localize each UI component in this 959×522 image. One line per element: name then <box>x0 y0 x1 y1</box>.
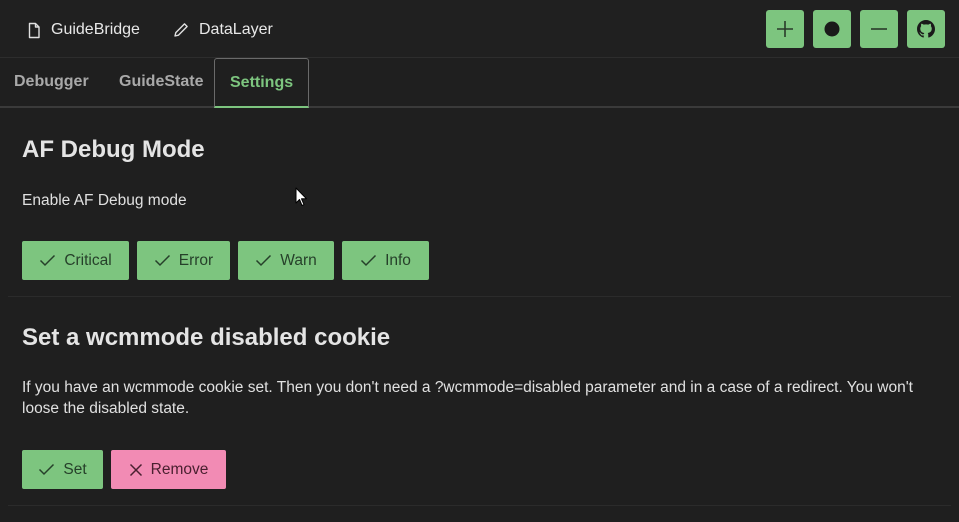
add-button[interactable] <box>766 10 804 48</box>
remove-cookie-button[interactable]: Remove <box>111 450 226 489</box>
warn-label: Warn <box>280 251 317 269</box>
section-divider <box>8 296 951 297</box>
minus-button[interactable] <box>860 10 898 48</box>
file-icon <box>28 22 40 38</box>
check-icon <box>39 463 55 476</box>
error-toggle-button[interactable]: Error <box>137 241 230 280</box>
nav-datalayer[interactable]: DataLayer <box>172 18 273 42</box>
check-icon <box>256 254 272 267</box>
debug-section-title: AF Debug Mode <box>22 136 205 163</box>
info-label: Info <box>385 251 411 269</box>
record-icon <box>824 21 840 37</box>
remove-label: Remove <box>150 460 209 478</box>
top-actions <box>766 10 945 48</box>
close-icon <box>129 463 142 476</box>
check-icon <box>40 254 56 267</box>
error-label: Error <box>178 251 214 269</box>
top-bar: GuideBridge DataLayer <box>0 0 959 58</box>
tab-guidestate[interactable]: GuideState <box>119 58 203 106</box>
set-cookie-button[interactable]: Set <box>22 450 103 489</box>
record-button[interactable] <box>813 10 851 48</box>
warn-toggle-button[interactable]: Warn <box>238 241 334 280</box>
cookie-section-description: If you have an wcmmode cookie set. Then … <box>22 379 913 417</box>
nav-datalayer-label: DataLayer <box>199 21 273 38</box>
minus-icon <box>871 28 887 30</box>
debug-section-description: Enable AF Debug mode <box>22 192 187 209</box>
cookie-section-title: Set a wcmmode disabled cookie <box>22 324 391 351</box>
pencil-icon <box>174 23 188 37</box>
nav-guidebridge-label: GuideBridge <box>51 21 140 38</box>
github-icon <box>917 20 935 38</box>
info-toggle-button[interactable]: Info <box>342 241 429 280</box>
nav-guidebridge[interactable]: GuideBridge <box>26 18 140 42</box>
plus-icon <box>777 21 793 37</box>
section-divider-bottom <box>8 505 951 506</box>
tab-bar: Debugger GuideState Settings <box>0 58 959 108</box>
critical-label: Critical <box>64 251 112 269</box>
tab-debugger[interactable]: Debugger <box>14 58 89 106</box>
mouse-cursor-icon <box>295 187 307 206</box>
github-button[interactable] <box>907 10 945 48</box>
critical-toggle-button[interactable]: Critical <box>22 241 129 280</box>
check-icon <box>154 254 170 267</box>
tab-settings[interactable]: Settings <box>214 58 310 108</box>
check-icon <box>361 254 377 267</box>
set-label: Set <box>63 460 87 478</box>
